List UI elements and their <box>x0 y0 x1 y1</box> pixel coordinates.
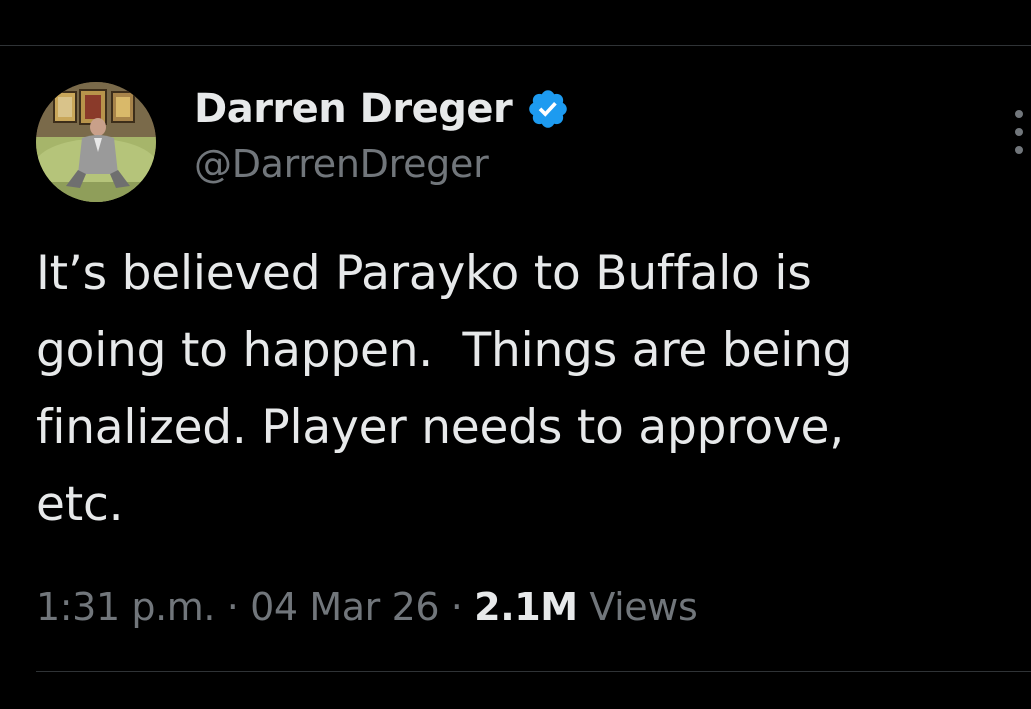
more-options-icon[interactable] <box>1011 110 1027 154</box>
verified-badge-icon[interactable] <box>526 87 570 131</box>
bottom-divider <box>36 671 1031 672</box>
tweet-date[interactable]: 04 Mar 26 <box>250 585 439 629</box>
avatar[interactable] <box>36 82 156 202</box>
tweet-text-line: finalized. Player needs to approve, <box>36 400 844 455</box>
profile-photo <box>36 82 156 202</box>
author-name-row[interactable]: Darren Dreger <box>194 84 570 134</box>
views-count[interactable]: 2.1M <box>474 585 578 629</box>
meta-separator: · <box>215 585 251 629</box>
author-display-name[interactable]: Darren Dreger <box>194 86 513 132</box>
tweet-metadata: 1:31 p.m. · 04 Mar 26 · 2.1M Views <box>36 582 698 632</box>
top-divider <box>0 45 1031 46</box>
tweet-text-line: It’s believed Parayko to Buffalo is <box>36 246 812 301</box>
author-handle[interactable]: @DarrenDreger <box>194 142 489 186</box>
tweet-text-line: etc. <box>36 477 124 532</box>
tweet-text-line: going to happen. Things are being <box>36 323 853 378</box>
more-dot <box>1015 110 1023 118</box>
views-label[interactable]: Views <box>578 585 697 629</box>
tweet-text: It’s believed Parayko to Buffalo is goin… <box>36 235 996 543</box>
tweet-time[interactable]: 1:31 p.m. <box>36 585 216 629</box>
meta-separator: · <box>439 585 475 629</box>
more-dot <box>1015 146 1023 154</box>
more-dot <box>1015 128 1023 136</box>
